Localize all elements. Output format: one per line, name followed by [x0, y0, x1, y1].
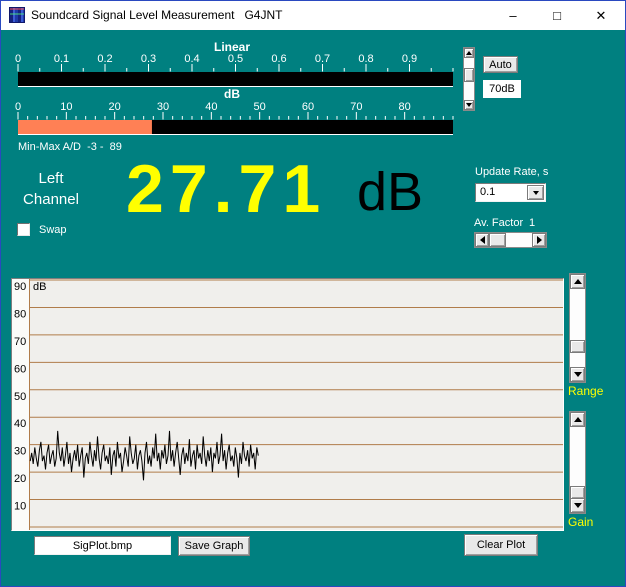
- range-down-button[interactable]: [570, 367, 585, 382]
- svg-text:20: 20: [14, 473, 26, 485]
- channel-label-line2: Channel: [5, 189, 97, 210]
- svg-text:0.9: 0.9: [402, 53, 417, 65]
- signal-plot-panel: 90 80 70 60 50 40 30 20 10 dB: [11, 278, 564, 531]
- svg-text:90: 90: [14, 281, 26, 293]
- level-range-indicator: 70dB: [483, 80, 521, 98]
- update-rate-label: Update Rate, s: [475, 166, 548, 178]
- right-arrow-icon: [537, 236, 542, 244]
- svg-text:0.7: 0.7: [315, 53, 330, 65]
- update-rate-combobox[interactable]: 0.1: [475, 183, 546, 202]
- maximize-button[interactable]: □: [537, 1, 577, 30]
- av-factor-scrollbar[interactable]: [474, 232, 547, 248]
- svg-text:0.1: 0.1: [54, 53, 69, 65]
- app-window: Soundcard Signal Level Measurement G4JNT…: [0, 0, 626, 587]
- svg-text:0.3: 0.3: [141, 53, 156, 65]
- svg-text:0.6: 0.6: [271, 53, 286, 65]
- auto-button[interactable]: Auto: [483, 56, 518, 73]
- gain-scrollbar[interactable]: [569, 411, 586, 514]
- av-factor-value: 1: [529, 217, 535, 229]
- signal-plot: 90 80 70 60 50 40 30 20 10 dB: [12, 279, 563, 530]
- db-reading-value: 27.71: [126, 154, 326, 224]
- svg-text:0: 0: [15, 101, 21, 113]
- svg-text:10: 10: [60, 101, 72, 113]
- svg-text:70: 70: [350, 101, 362, 113]
- range-scrollbar[interactable]: [569, 273, 586, 383]
- down-arrow-icon: [466, 103, 472, 107]
- swap-checkbox[interactable]: [17, 223, 30, 236]
- scroll-thumb[interactable]: [489, 233, 506, 247]
- svg-text:60: 60: [302, 101, 314, 113]
- svg-text:20: 20: [109, 101, 121, 113]
- svg-text:dB: dB: [33, 281, 46, 293]
- channel-label: Left Channel: [5, 168, 97, 210]
- gain-caption: Gain: [568, 515, 593, 529]
- swap-checkbox-label: Swap: [39, 224, 67, 236]
- svg-text:40: 40: [205, 101, 217, 113]
- db-meter-title: dB: [1, 87, 463, 101]
- scroll-up-button[interactable]: [464, 48, 474, 58]
- combo-drop-button[interactable]: [527, 185, 544, 200]
- svg-text:0.2: 0.2: [97, 53, 112, 65]
- down-arrow-icon: [574, 372, 582, 377]
- minimize-button[interactable]: –: [493, 1, 533, 30]
- up-arrow-icon: [466, 51, 472, 55]
- range-up-button[interactable]: [570, 274, 585, 289]
- svg-text:0.8: 0.8: [358, 53, 373, 65]
- svg-text:80: 80: [399, 101, 411, 113]
- scroll-thumb[interactable]: [464, 68, 474, 82]
- title-bar[interactable]: Soundcard Signal Level Measurement G4JNT…: [1, 1, 625, 30]
- dropdown-arrow-icon: [533, 191, 539, 195]
- svg-text:30: 30: [157, 101, 169, 113]
- svg-text:70: 70: [14, 336, 26, 348]
- clear-plot-button[interactable]: Clear Plot: [464, 534, 538, 556]
- svg-text:40: 40: [14, 418, 26, 430]
- gain-up-button[interactable]: [570, 412, 585, 427]
- scroll-down-button[interactable]: [464, 100, 474, 110]
- svg-text:0.4: 0.4: [184, 53, 199, 65]
- up-arrow-icon: [574, 279, 582, 284]
- svg-text:0.5: 0.5: [228, 53, 243, 65]
- left-arrow-icon: [480, 236, 485, 244]
- svg-text:50: 50: [254, 101, 266, 113]
- channel-label-line1: Left: [5, 168, 97, 189]
- scroll-right-button[interactable]: [532, 233, 546, 247]
- svg-text:0: 0: [15, 53, 21, 65]
- up-arrow-icon: [574, 417, 582, 422]
- down-arrow-icon: [574, 503, 582, 508]
- svg-text:50: 50: [14, 391, 26, 403]
- svg-text:60: 60: [14, 363, 26, 375]
- scroll-left-button[interactable]: [475, 233, 489, 247]
- av-factor-label: Av. Factor: [474, 217, 523, 229]
- db-reading-unit: dB: [357, 163, 423, 221]
- window-title: Soundcard Signal Level Measurement G4JNT: [31, 8, 282, 22]
- close-button[interactable]: ✕: [581, 1, 621, 30]
- range-thumb[interactable]: [570, 340, 585, 353]
- svg-text:80: 80: [14, 308, 26, 320]
- svg-text:30: 30: [14, 446, 26, 458]
- app-icon: [9, 7, 25, 23]
- linear-level-meter: 0 0.1 0.2 0.3 0.4 0.5 0.6 0.7 0.8 0.9: [11, 52, 463, 90]
- db-level-meter: 0 10 20 30 40 50 60 70 80: [11, 100, 463, 138]
- min-max-ad-label: Min-Max A/D -3 - 89: [18, 141, 122, 153]
- meter-scale-scrollbar[interactable]: [463, 47, 475, 111]
- svg-text:10: 10: [14, 501, 26, 513]
- gain-down-button[interactable]: [570, 498, 585, 513]
- range-caption: Range: [568, 384, 603, 398]
- save-graph-button[interactable]: Save Graph: [178, 536, 250, 556]
- filename-input[interactable]: [34, 536, 171, 555]
